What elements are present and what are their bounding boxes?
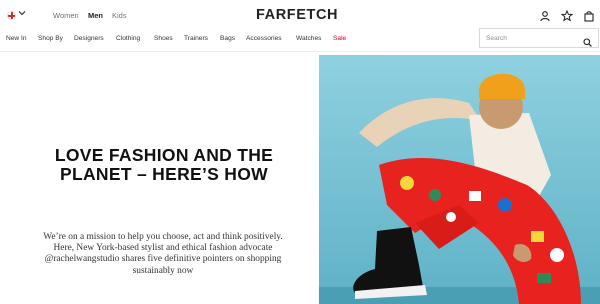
header-divider — [0, 51, 600, 52]
dept-women[interactable]: Women — [53, 11, 79, 20]
nav-accessories[interactable]: Accessories — [246, 35, 282, 42]
intro-paragraph: We’re on a mission to help you choose, a… — [43, 232, 283, 276]
denmark-flag-icon[interactable] — [7, 11, 16, 20]
nav-new-in[interactable]: New In — [6, 35, 27, 42]
nav-watches[interactable]: Watches — [296, 35, 321, 42]
nav-shop-by[interactable]: Shop By — [38, 35, 63, 42]
nav-trainers[interactable]: Trainers — [184, 35, 208, 42]
nav-clothing[interactable]: Clothing — [116, 35, 140, 42]
nav-shoes[interactable]: Shoes — [154, 35, 173, 42]
top-bar: Women Men Kids FARFETCH — [0, 0, 600, 30]
nav-designers[interactable]: Designers — [74, 35, 104, 42]
chevron-down-icon[interactable] — [18, 9, 26, 19]
search-placeholder: Search — [486, 35, 507, 42]
nav-bags[interactable]: Bags — [220, 35, 235, 42]
nav-sale[interactable]: Sale — [333, 35, 346, 42]
bag-icon[interactable] — [583, 9, 595, 22]
star-icon[interactable] — [560, 9, 574, 22]
dept-men[interactable]: Men — [88, 11, 103, 20]
page-title: LOVE FASHION AND THE PLANET – HERE’S HOW — [54, 145, 274, 184]
search-input[interactable]: Search — [479, 28, 599, 48]
dept-kids[interactable]: Kids — [112, 11, 127, 20]
hero-photo[interactable] — [319, 55, 600, 304]
farfetch-logo[interactable]: FARFETCH — [256, 7, 338, 23]
user-icon[interactable] — [539, 9, 551, 22]
search-icon[interactable] — [583, 34, 592, 47]
